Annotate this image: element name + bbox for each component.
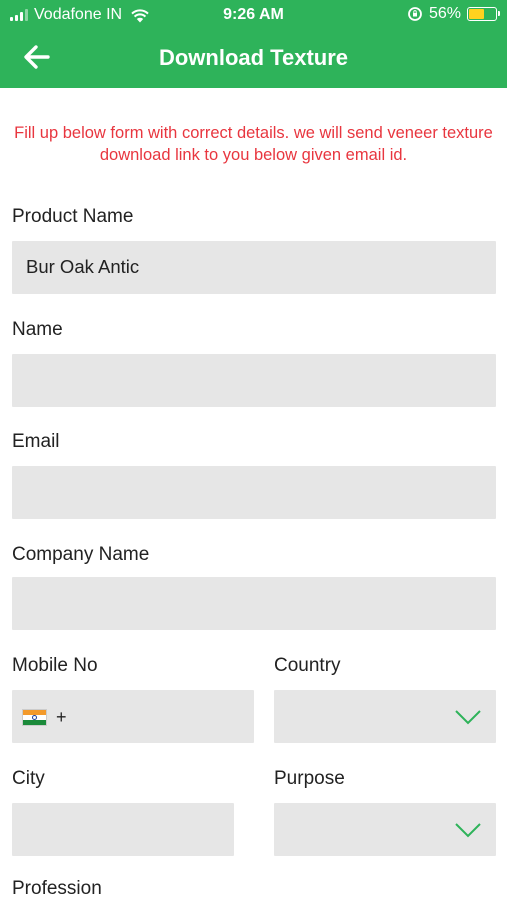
country-code-prefix: + xyxy=(56,707,67,727)
india-flag-icon[interactable] xyxy=(22,709,47,726)
battery-icon xyxy=(467,7,500,21)
battery-percent: 56% xyxy=(428,5,461,22)
country-label: Country xyxy=(274,655,341,676)
product-name-value: Bur Oak Antic xyxy=(26,256,140,277)
chevron-down-icon xyxy=(455,710,481,725)
name-label: Name xyxy=(12,319,63,340)
city-label: City xyxy=(12,768,45,789)
form-instructions: Fill up below form with correct details.… xyxy=(14,124,493,164)
product-name-label: Product Name xyxy=(12,206,134,227)
city-input[interactable] xyxy=(12,803,234,856)
profession-label: Profession xyxy=(12,878,102,899)
email-label: Email xyxy=(12,431,60,452)
purpose-label: Purpose xyxy=(274,768,345,789)
email-input[interactable] xyxy=(12,466,496,519)
app-header: Vodafone IN 9:26 AM 56% Download Texture xyxy=(0,0,507,88)
status-bar: Vodafone IN 9:26 AM 56% xyxy=(0,0,507,30)
chevron-down-icon xyxy=(455,823,481,838)
mobile-no-input[interactable]: + xyxy=(12,690,254,743)
country-select[interactable] xyxy=(274,690,496,743)
mobile-no-label: Mobile No xyxy=(12,655,98,676)
page-title: Download Texture xyxy=(158,45,349,70)
purpose-select[interactable] xyxy=(274,803,496,856)
company-name-input[interactable] xyxy=(12,577,496,630)
company-name-label: Company Name xyxy=(12,544,150,565)
name-input[interactable] xyxy=(12,354,496,407)
rotation-lock-icon xyxy=(408,7,422,21)
product-name-field[interactable]: Bur Oak Antic xyxy=(12,241,496,294)
